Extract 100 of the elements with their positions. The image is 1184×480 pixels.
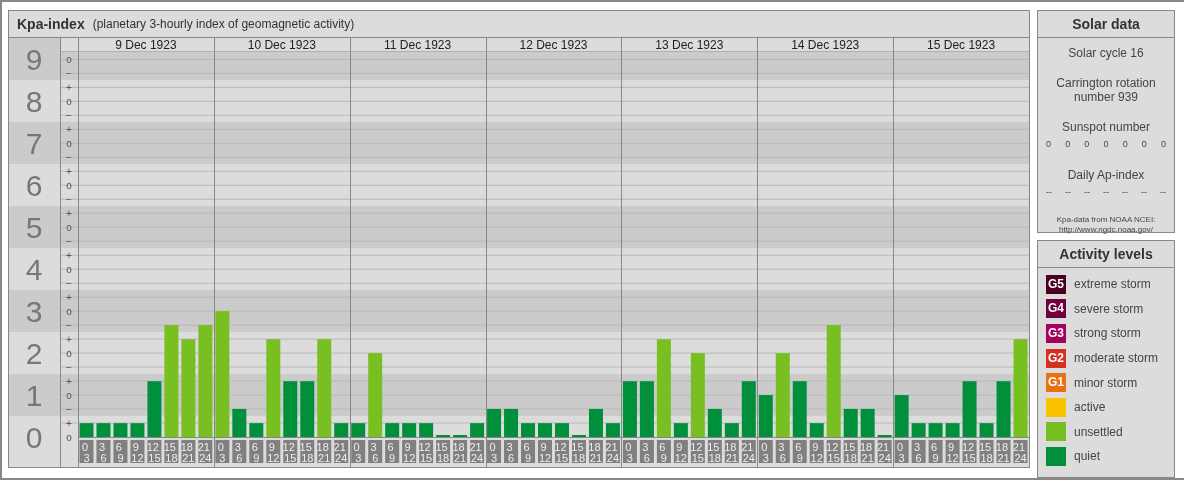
sunspot-value: 0 bbox=[1122, 138, 1128, 151]
time-label: 0 3 bbox=[894, 440, 909, 464]
tick-label: + bbox=[66, 165, 72, 177]
sunspot-value: 0 bbox=[1160, 138, 1166, 151]
tick-label: + bbox=[66, 123, 72, 135]
x-tick-label: 6 9 bbox=[931, 441, 939, 464]
tick-label: + bbox=[66, 333, 72, 345]
x-tick-label: 0 3 bbox=[625, 441, 633, 464]
tick-label: − bbox=[66, 151, 72, 163]
axis-label: 7 bbox=[25, 127, 43, 161]
time-label: 15 18 bbox=[571, 440, 586, 464]
tick-label: o bbox=[66, 389, 72, 401]
time-label: 15 18 bbox=[707, 440, 722, 464]
axis-label: 4 bbox=[25, 253, 43, 287]
ap-value: -- bbox=[1084, 185, 1090, 199]
ap-value: -- bbox=[1141, 185, 1147, 199]
x-tick-label: 3 6 bbox=[506, 441, 515, 464]
time-label: 9 12 bbox=[266, 440, 281, 464]
time-label: 6 9 bbox=[792, 440, 807, 464]
time-label: 3 6 bbox=[775, 440, 790, 464]
time-label: 15 18 bbox=[978, 440, 994, 464]
tick-label: − bbox=[66, 277, 72, 289]
time-label: 21 24 bbox=[333, 440, 349, 464]
level-badge: G3 bbox=[1046, 324, 1066, 343]
x-tick-label: 0 3 bbox=[217, 441, 226, 464]
time-label: 18 21 bbox=[860, 440, 875, 464]
time-label: 15 18 bbox=[843, 440, 858, 464]
source-url: http://www.ngdc.noaa.gov/ bbox=[1059, 225, 1153, 235]
x-tick-label: 6 9 bbox=[115, 441, 124, 464]
axis-label: 8 bbox=[25, 85, 43, 119]
ap-value: -- bbox=[1065, 185, 1071, 199]
time-label: 18 21 bbox=[995, 440, 1011, 464]
x-tick-label: 6 9 bbox=[795, 441, 803, 464]
sunspot-value: 0 bbox=[1103, 138, 1109, 151]
tick-label: − bbox=[66, 67, 72, 79]
x-tick-label: 3 6 bbox=[778, 441, 786, 464]
date-label: 12 Dec 1923 bbox=[519, 38, 588, 52]
time-label: 0 3 bbox=[351, 440, 366, 464]
axis-label: 3 bbox=[25, 295, 43, 329]
x-tick-label: 3 6 bbox=[914, 441, 922, 464]
sunspot-label: Sunspot number bbox=[1061, 120, 1151, 134]
time-label: 18 21 bbox=[724, 440, 739, 464]
time-label: 0 3 bbox=[79, 440, 94, 464]
time-label: 18 21 bbox=[452, 440, 468, 464]
time-label: 12 15 bbox=[554, 440, 569, 464]
time-label: 3 6 bbox=[639, 440, 654, 464]
time-label: 6 9 bbox=[385, 440, 400, 464]
level-label: active bbox=[1074, 399, 1106, 417]
level-label: severe storm bbox=[1074, 300, 1144, 318]
time-label: 12 15 bbox=[282, 440, 298, 464]
tick-label: − bbox=[66, 319, 72, 331]
ap-value: -- bbox=[1046, 185, 1052, 199]
time-label: 0 3 bbox=[622, 440, 637, 464]
time-label: 18 21 bbox=[180, 440, 196, 464]
tick-label: o bbox=[66, 179, 72, 191]
axis-label: 9 bbox=[25, 43, 43, 77]
carrington-text: Carrington rotation number 939 bbox=[1055, 76, 1157, 104]
tick-label: − bbox=[66, 361, 72, 373]
level-badge: G4 bbox=[1046, 299, 1066, 319]
level-label: strong storm bbox=[1074, 325, 1141, 343]
time-label: 9 12 bbox=[945, 440, 960, 464]
axis-label: 2 bbox=[25, 337, 43, 371]
panel-subtitle: (planetary 3-hourly index of geomagnetic activity) bbox=[92, 16, 355, 33]
time-label: 15 18 bbox=[163, 440, 179, 464]
level-badge: G2 bbox=[1046, 348, 1066, 368]
panel-title: Activity levels bbox=[1038, 241, 1174, 268]
time-label: 12 15 bbox=[961, 440, 977, 464]
x-tick-label: 0 3 bbox=[897, 441, 905, 464]
ap-label: Daily Ap-index bbox=[1067, 167, 1145, 182]
level-label: minor storm bbox=[1074, 374, 1138, 392]
date-label: 15 Dec 1923 bbox=[927, 38, 996, 52]
sunspot-value: 0 bbox=[1065, 138, 1071, 151]
source-text: Kpa-data from NOAA NCEI: bbox=[1056, 215, 1156, 225]
tick-label: + bbox=[66, 417, 72, 429]
x-tick-label: 6 9 bbox=[251, 441, 260, 464]
panel-title: Kpa-index bbox=[17, 14, 85, 34]
level-label: extreme storm bbox=[1074, 276, 1151, 294]
time-label: 15 18 bbox=[435, 440, 451, 464]
sunspot-value: 0 bbox=[1046, 138, 1051, 151]
time-label: 0 3 bbox=[487, 440, 502, 464]
tick-label: o bbox=[66, 53, 72, 65]
time-label: 18 21 bbox=[316, 440, 332, 464]
date-label: 9 Dec 1923 bbox=[115, 38, 177, 52]
tick-label: o bbox=[66, 221, 72, 233]
time-label: 3 6 bbox=[368, 440, 383, 464]
time-label: 12 15 bbox=[146, 440, 162, 464]
time-label: 9 12 bbox=[130, 440, 145, 464]
time-label: 3 6 bbox=[504, 440, 519, 464]
x-tick-label: 0 3 bbox=[81, 441, 90, 464]
tick-label: o bbox=[66, 431, 72, 443]
ap-value: -- bbox=[1122, 185, 1128, 199]
axis-label: 1 bbox=[25, 379, 43, 413]
time-label: 21 24 bbox=[877, 440, 892, 464]
time-label: 3 6 bbox=[911, 440, 926, 464]
date-label: 13 Dec 1923 bbox=[655, 38, 724, 52]
date-label: 10 Dec 1923 bbox=[247, 38, 316, 52]
tick-label: + bbox=[66, 375, 72, 387]
time-label: 6 9 bbox=[656, 440, 671, 464]
time-label: 12 15 bbox=[826, 440, 841, 464]
sunspot-value: 0 bbox=[1084, 138, 1090, 151]
